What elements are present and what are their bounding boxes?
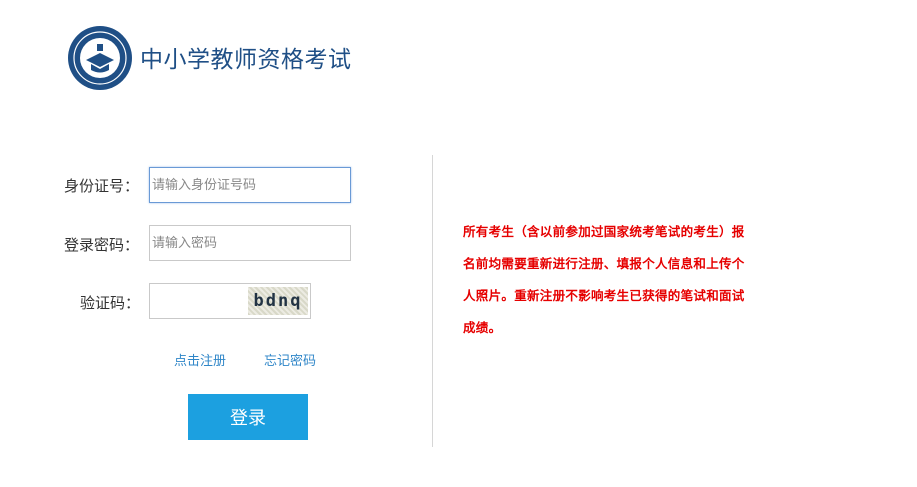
- exam-logo-icon: [68, 26, 132, 90]
- forgot-password-link[interactable]: 忘记密码: [264, 350, 316, 369]
- captcha-image[interactable]: bdnq: [248, 287, 308, 315]
- register-link[interactable]: 点击注册: [174, 350, 226, 369]
- id-number-label: 身份证号：: [64, 177, 140, 195]
- password-label: 登录密码：: [64, 236, 140, 254]
- password-input[interactable]: [149, 225, 351, 261]
- registration-notice: 所有考生（含以前参加过国家统考笔试的考生）报名前均需要重新进行注册、填报个人信息…: [463, 224, 745, 335]
- captcha-field: bdnq: [149, 283, 311, 319]
- captcha-label: 验证码：: [80, 294, 141, 312]
- site-title: 中小学教师资格考试: [140, 47, 352, 73]
- captcha-input[interactable]: [150, 284, 252, 318]
- login-button[interactable]: 登录: [188, 394, 308, 440]
- id-number-input[interactable]: [149, 167, 351, 203]
- vertical-divider: [432, 155, 433, 447]
